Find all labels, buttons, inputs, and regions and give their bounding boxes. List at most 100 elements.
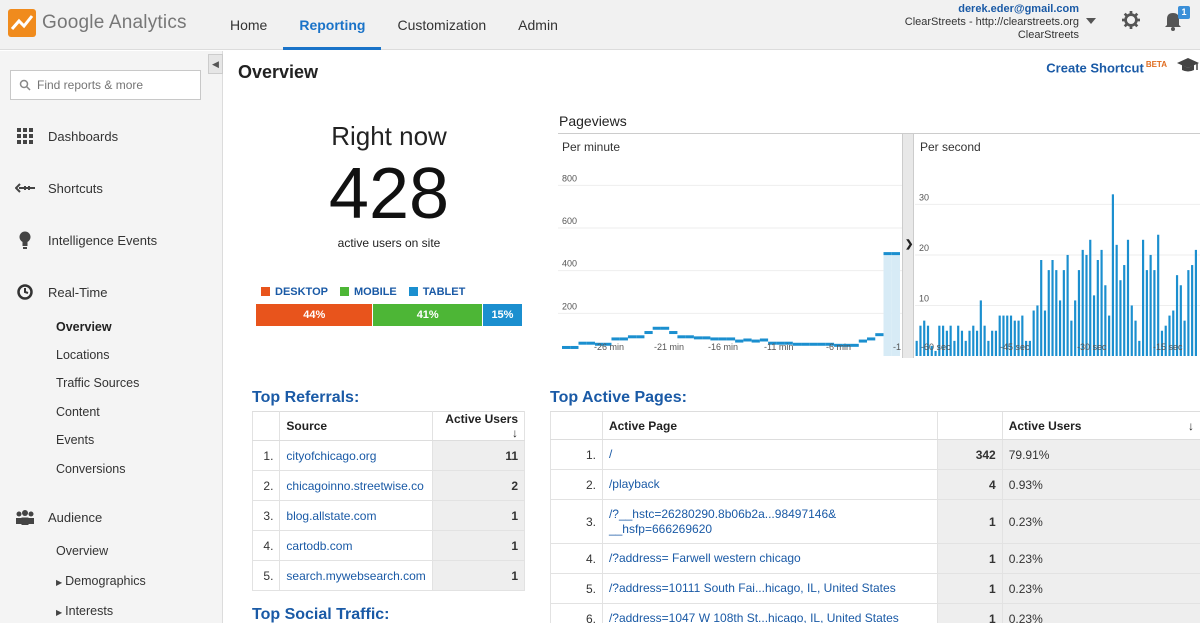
sidebar-rt-events[interactable]: Events [56, 433, 94, 447]
active-page-link[interactable]: /?address=1047 W 108th St...hicago, IL, … [601, 603, 938, 623]
chart-bar[interactable] [636, 335, 645, 339]
chart-bar[interactable] [1187, 270, 1190, 356]
active-page-link[interactable]: /?__hstc=26280290.8b06b2a...98497146& __h… [601, 499, 938, 544]
tablet-segment[interactable]: 15% [482, 304, 523, 326]
active-page-link[interactable]: /playback [601, 469, 938, 500]
account-caret-icon[interactable] [1086, 18, 1096, 24]
sidebar-item-shortcuts[interactable]: Shortcuts [14, 179, 103, 197]
nav-admin[interactable]: Admin [502, 0, 574, 50]
referral-source-link[interactable]: cityofchicago.org [279, 440, 433, 471]
chart-bar[interactable] [1130, 305, 1133, 356]
chart-bar[interactable] [669, 331, 678, 335]
referral-source-link[interactable]: search.mywebsearch.com [279, 560, 433, 591]
ga-logo[interactable]: Google Analytics [8, 9, 187, 37]
sidebar-rt-conversions[interactable]: Conversions [56, 462, 125, 476]
search-input[interactable] [37, 78, 197, 92]
chart-bar[interactable] [1074, 300, 1077, 356]
chart-bar[interactable] [1089, 239, 1092, 356]
graduation-cap-icon[interactable] [1177, 57, 1199, 73]
chart-bar[interactable] [960, 330, 964, 356]
chart-bar[interactable] [850, 343, 859, 347]
mobile-segment[interactable]: 41% [373, 304, 483, 326]
sidebar-item-dashboards[interactable]: Dashboards [14, 127, 118, 145]
chart-bar[interactable] [801, 342, 810, 346]
chart-bar[interactable] [1043, 310, 1047, 356]
chart-bar[interactable] [983, 325, 986, 356]
sidebar-item-intelligence[interactable]: Intelligence Events [14, 231, 157, 249]
chart-bar[interactable] [710, 337, 719, 341]
chart-bar[interactable] [975, 330, 979, 356]
chart-bar[interactable] [718, 337, 727, 341]
chart-bar[interactable] [972, 325, 975, 356]
chart-bar[interactable] [1119, 280, 1122, 356]
chart-bar[interactable] [578, 341, 587, 345]
chart-bar[interactable] [644, 331, 653, 335]
chart-bar[interactable] [991, 330, 994, 356]
chart-bar[interactable] [652, 326, 661, 330]
chart-bar[interactable] [1142, 239, 1145, 356]
account-selector[interactable]: derek.eder@gmail.com ClearStreets - http… [905, 3, 1079, 42]
active-page-link[interactable]: / [601, 439, 938, 470]
chart-bar[interactable] [1081, 249, 1084, 356]
chart-bar[interactable] [1040, 260, 1043, 356]
chart-bar[interactable] [994, 330, 998, 356]
gear-icon[interactable] [1122, 11, 1140, 29]
sidebar-item-realtime[interactable]: Real-Time [14, 283, 107, 301]
chart-bar[interactable] [1108, 315, 1111, 356]
chart-bar[interactable] [957, 325, 960, 356]
header-source[interactable]: Source [279, 411, 433, 441]
nav-home[interactable]: Home [214, 0, 283, 50]
chart-bar[interactable] [702, 336, 711, 340]
chart-bar[interactable] [1194, 249, 1197, 356]
sidebar-collapse-button[interactable]: ◀ [208, 54, 223, 74]
search-box[interactable] [10, 70, 201, 100]
chart-bar[interactable] [1100, 249, 1103, 356]
chart-bar[interactable] [1055, 270, 1058, 356]
chart-bar[interactable] [1032, 310, 1035, 356]
chart-bar[interactable] [685, 335, 694, 339]
desktop-segment[interactable]: 44% [256, 304, 374, 326]
sidebar-rt-locations[interactable]: Locations [56, 348, 110, 362]
chart-bar[interactable] [751, 339, 760, 343]
header-active-page[interactable]: Active Page [601, 411, 938, 440]
active-page-link[interactable]: /?address=10111 South Fai...hicago, IL, … [601, 573, 938, 604]
chart-bar[interactable] [570, 345, 579, 349]
chart-bar[interactable] [562, 345, 571, 349]
chart-bar[interactable] [809, 342, 818, 346]
nav-reporting[interactable]: Reporting [283, 0, 382, 50]
chart-bar[interactable] [1183, 320, 1186, 356]
referral-source-link[interactable]: cartodb.com [279, 530, 433, 561]
sidebar-rt-overview[interactable]: Overview [56, 320, 112, 334]
header-active-users[interactable]: Active Users ↓ [1001, 411, 1200, 440]
chart-bar[interactable] [964, 340, 967, 356]
chart-bar[interactable] [1157, 234, 1160, 356]
chart-bar[interactable] [1149, 254, 1152, 356]
chart-bar[interactable] [1134, 320, 1137, 356]
chart-bar[interactable] [968, 330, 971, 356]
chart-bar[interactable] [677, 335, 686, 339]
chart-bar[interactable] [693, 336, 703, 340]
referral-source-link[interactable]: chicagoinno.streetwise.co [279, 470, 433, 501]
active-page-link[interactable]: /?address= Farwell western chicago [601, 543, 938, 574]
chart-bar[interactable] [883, 252, 892, 256]
chart-bar[interactable] [817, 342, 826, 346]
chart-bar[interactable] [867, 337, 876, 341]
chart-bar[interactable] [1062, 270, 1065, 356]
chart-bar[interactable] [1123, 265, 1126, 356]
chart-bar[interactable] [743, 338, 752, 342]
create-shortcut-link[interactable]: Create Shortcut BETA [1046, 60, 1167, 75]
chart-bar[interactable] [1051, 260, 1054, 356]
chevron-right-icon[interactable]: ❯ [905, 239, 913, 250]
header-active-users[interactable]: Active Users ↓ [431, 411, 526, 441]
chart-bar[interactable] [1191, 265, 1194, 356]
chart-bar[interactable] [858, 339, 868, 343]
nav-customization[interactable]: Customization [381, 0, 502, 50]
chart-bar[interactable] [619, 337, 628, 341]
chart-bar[interactable] [915, 340, 918, 356]
chart-bar[interactable] [792, 342, 802, 346]
chart-bar[interactable] [660, 326, 670, 330]
referral-source-link[interactable]: blog.allstate.com [279, 500, 433, 531]
chart-bar[interactable] [1126, 239, 1130, 356]
sidebar-rt-content[interactable]: Content [56, 405, 100, 419]
chart-bar[interactable] [1085, 254, 1088, 356]
